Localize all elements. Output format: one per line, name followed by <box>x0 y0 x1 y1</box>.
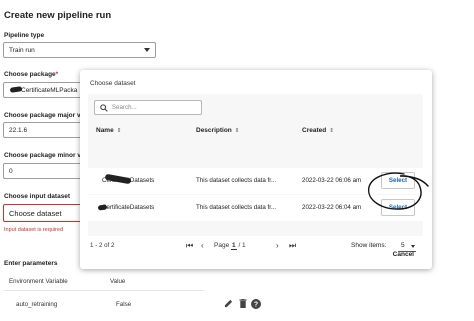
package-label: Choose package* <box>4 71 59 78</box>
package-minor-label: Choose package minor v <box>4 152 81 159</box>
input-dataset-value: Choose dataset <box>9 208 62 218</box>
input-dataset-label: Choose input dataset <box>4 193 71 200</box>
search-icon <box>100 103 108 112</box>
sort-icon: ⇕ <box>116 128 122 134</box>
page-indicator: Page 1 / 1 <box>214 242 246 250</box>
param-row-value: False <box>116 301 132 308</box>
search-box[interactable] <box>94 100 202 115</box>
param-row-variable: auto_retraining <box>16 301 58 308</box>
param-header-variable: Environment Variable <box>9 278 68 285</box>
edit-icon[interactable] <box>223 298 234 309</box>
pagination: 1 - 2 of 2 ⏮ ‹ Page 1 / 1 › ⏭ Show items… <box>88 240 423 256</box>
sort-icon: ⇕ <box>234 128 240 134</box>
parameters-title: Enter parameters <box>4 260 58 267</box>
chevron-down-icon <box>144 48 150 52</box>
package-minor-select[interactable]: 0 <box>3 163 83 179</box>
dataset-description: This dataset collects data fr... <box>196 204 277 211</box>
prev-page-icon[interactable]: ‹ <box>201 241 204 250</box>
package-minor-value: 0 <box>9 167 13 175</box>
column-header-created[interactable]: Created ⇕ <box>302 127 334 134</box>
dataset-created: 2022-03-22 06:06 am <box>302 177 362 184</box>
param-header-value: Value <box>110 278 126 285</box>
input-dataset-error: Input dataset is required <box>4 227 64 233</box>
package-major-label: Choose package major v <box>4 112 81 119</box>
chevron-down-icon <box>411 245 415 248</box>
svg-text:?: ? <box>253 301 257 308</box>
column-header-description[interactable]: Description ⇕ <box>196 127 239 134</box>
sort-icon: ⇕ <box>329 128 334 134</box>
last-page-icon[interactable]: ⏭ <box>289 241 296 251</box>
page-number[interactable]: 1 <box>231 242 237 250</box>
package-major-select[interactable]: 22.1.6 <box>3 122 83 138</box>
first-page-icon[interactable]: ⏮ <box>186 241 193 251</box>
cancel-button[interactable]: Cancel <box>393 251 414 258</box>
dataset-created: 2022-03-22 06:04 am <box>302 204 362 211</box>
delete-icon[interactable] <box>237 298 248 309</box>
column-header-name[interactable]: Name ⇕ <box>96 127 121 134</box>
dataset-description: This dataset collects data fr... <box>196 177 277 184</box>
annotation-circle <box>368 172 429 210</box>
next-page-icon[interactable]: › <box>276 241 279 250</box>
page-title: Create new pipeline run <box>4 10 112 21</box>
pipeline-type-label: Pipeline type <box>4 32 45 39</box>
help-icon[interactable]: ? <box>250 298 261 309</box>
pipeline-type-value: Train run <box>9 46 35 54</box>
input-dataset-field[interactable]: Choose dataset <box>3 204 83 222</box>
dialog-title: Choose dataset <box>90 80 136 87</box>
pipeline-type-select[interactable]: Train run <box>3 42 156 58</box>
package-value: CertificateMLPacka <box>21 86 78 94</box>
pagination-range: 1 - 2 of 2 <box>90 242 115 249</box>
search-input[interactable] <box>111 104 201 111</box>
package-major-value: 22.1.6 <box>9 126 28 134</box>
show-items-label: Show items: <box>351 242 387 249</box>
dataset-table: Name⇕ Description⇕ Created⇕ CertificateD… <box>88 94 423 236</box>
param-divider <box>4 290 204 291</box>
